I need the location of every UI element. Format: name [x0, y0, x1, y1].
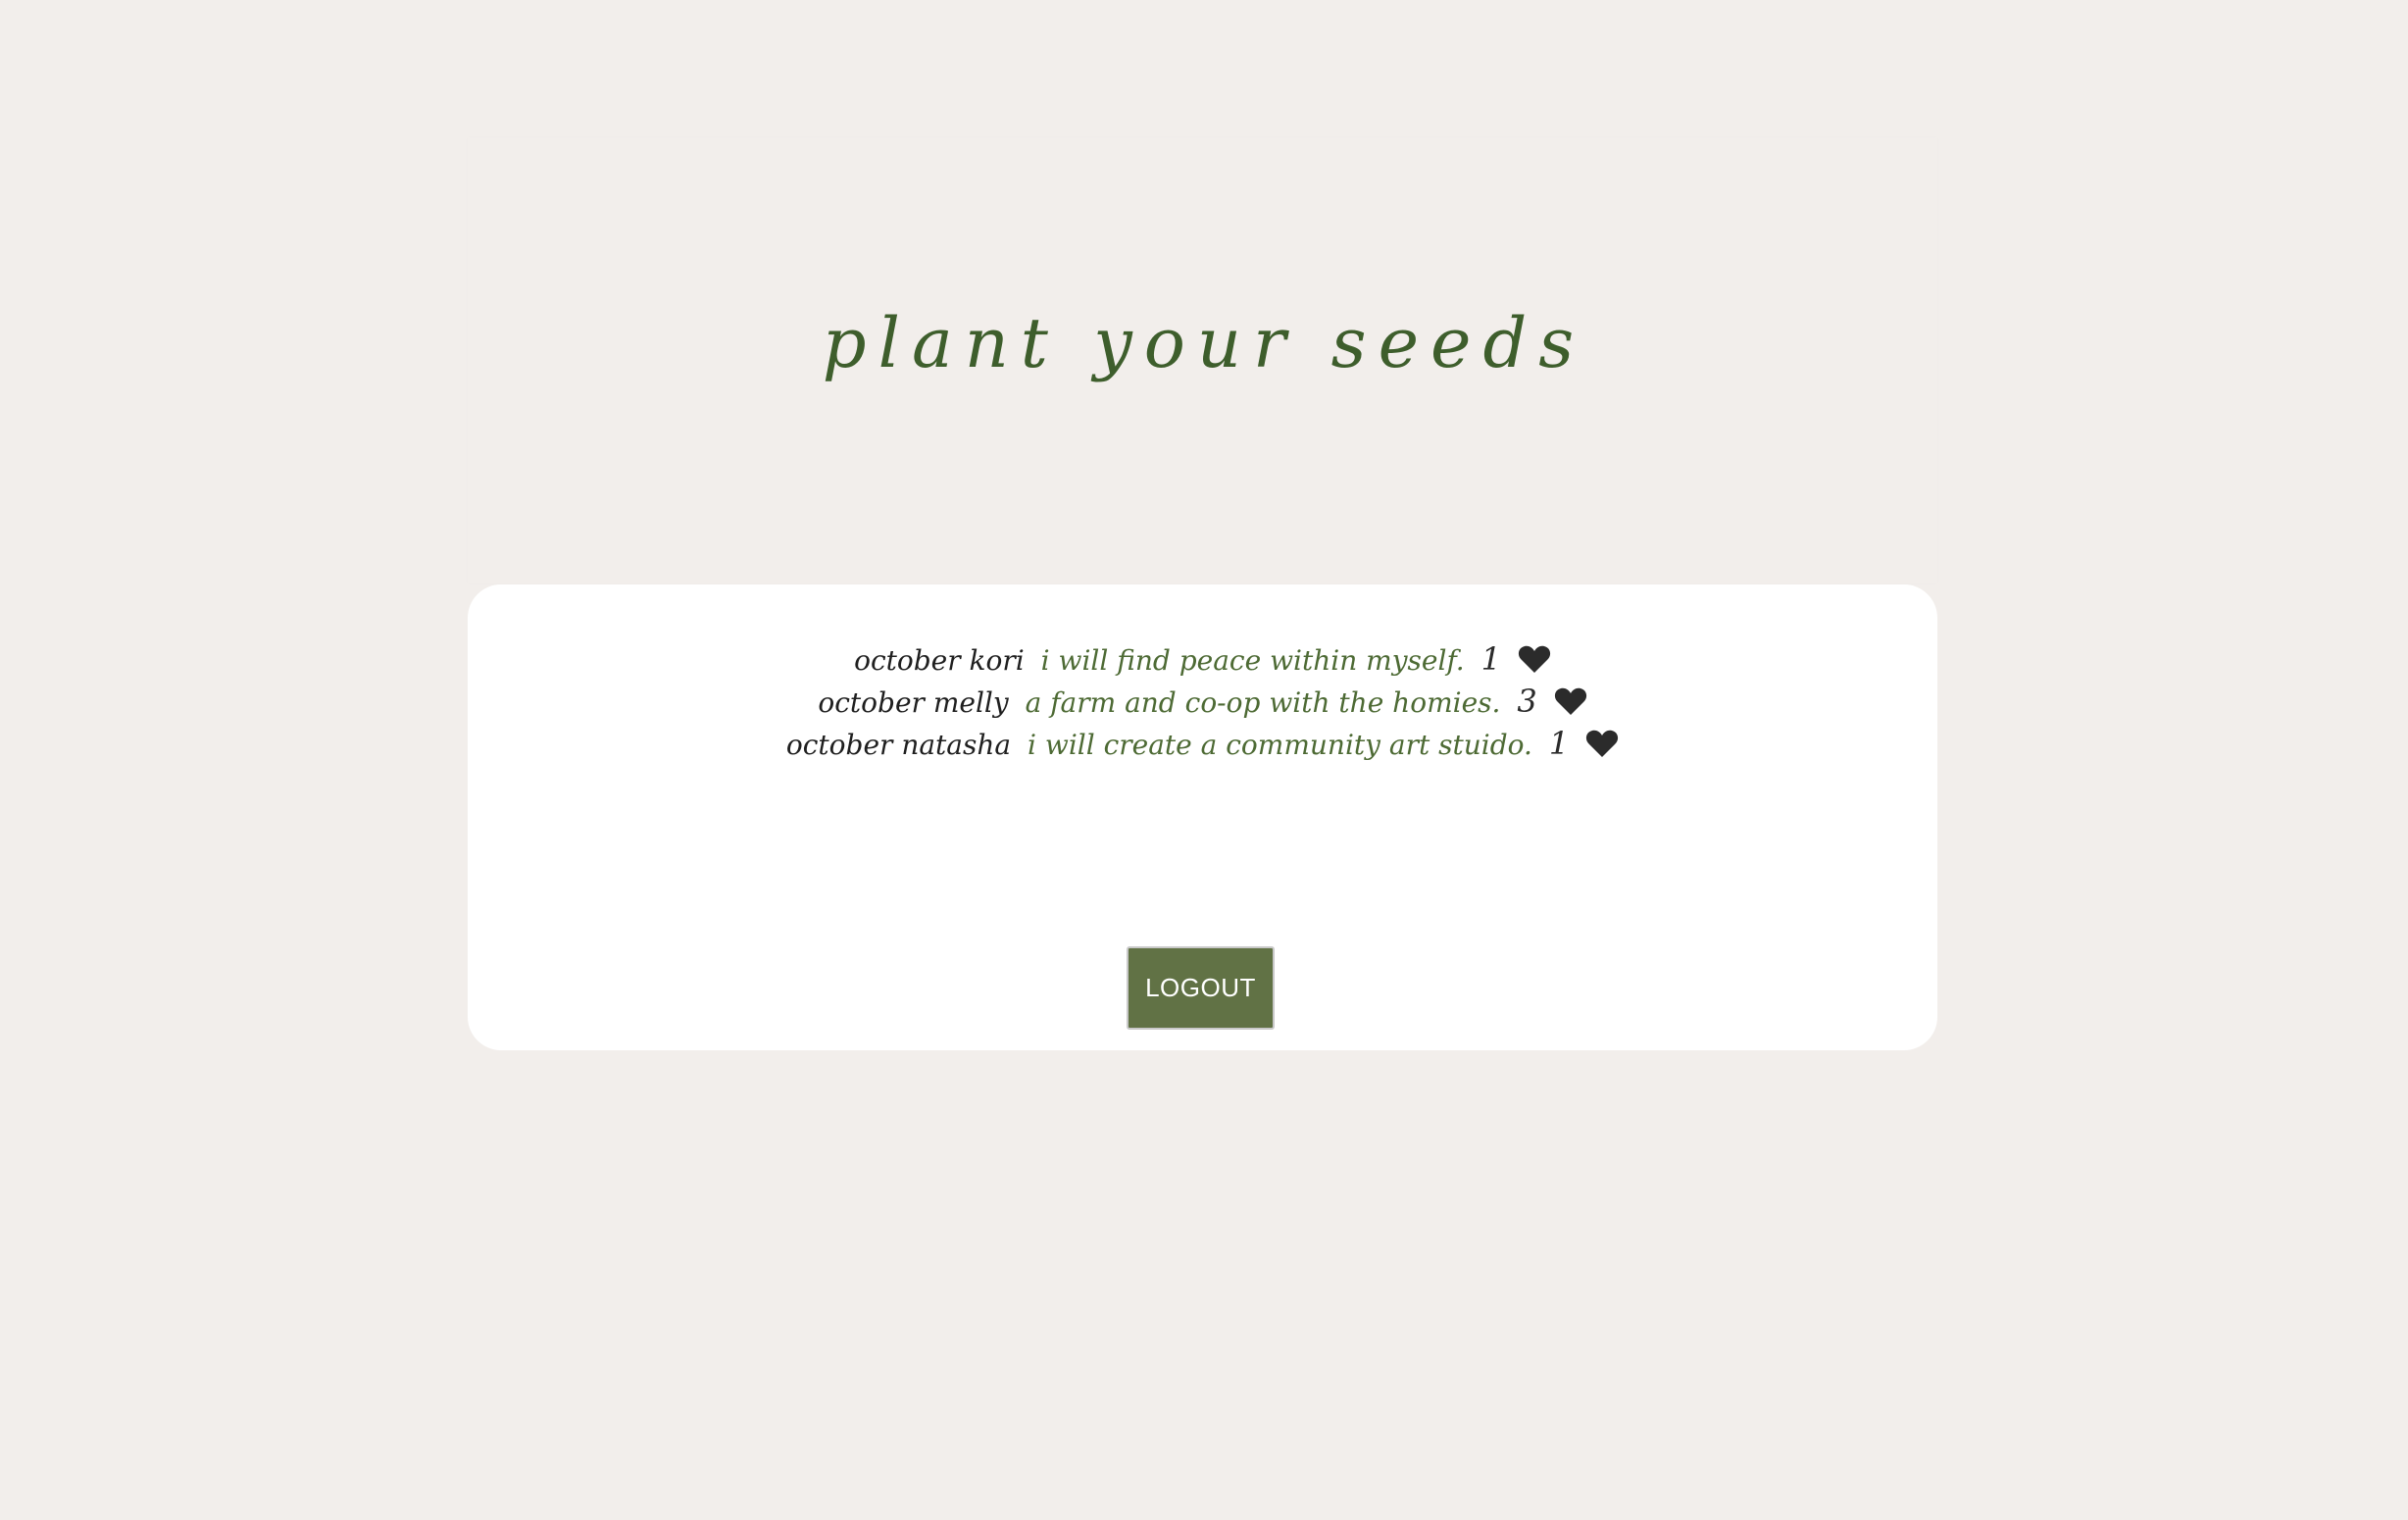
seed-author: kori: [969, 644, 1025, 677]
seed-month: october: [818, 686, 925, 719]
seed-text: i will create a community art stuido.: [1028, 729, 1532, 761]
page-title: plant your seeds: [822, 303, 1586, 383]
seed-month: october: [785, 729, 893, 761]
like-count: 1: [1480, 640, 1501, 678]
seed-author: melly: [932, 686, 1009, 719]
heart-icon[interactable]: [1554, 686, 1587, 716]
seed-text: a farm and co-op with the homies.: [1025, 686, 1501, 719]
heart-icon[interactable]: [1518, 644, 1551, 674]
seed-month: october: [854, 644, 961, 677]
seeds-list: october kori i will find peace within my…: [468, 638, 1937, 765]
list-item: october natasha i will create a communit…: [468, 723, 1937, 765]
heart-icon[interactable]: [1585, 729, 1619, 758]
seed-text: i will find peace within myself.: [1040, 644, 1465, 677]
logout-button[interactable]: LOGOUT: [1127, 946, 1275, 1030]
seed-author: natasha: [901, 729, 1012, 761]
list-item: october melly a farm and co-op with the …: [468, 681, 1937, 723]
list-item: october kori i will find peace within my…: [468, 638, 1937, 681]
seeds-card: october kori i will find peace within my…: [468, 584, 1937, 1050]
like-count: 1: [1548, 725, 1570, 762]
like-count: 3: [1517, 683, 1537, 720]
